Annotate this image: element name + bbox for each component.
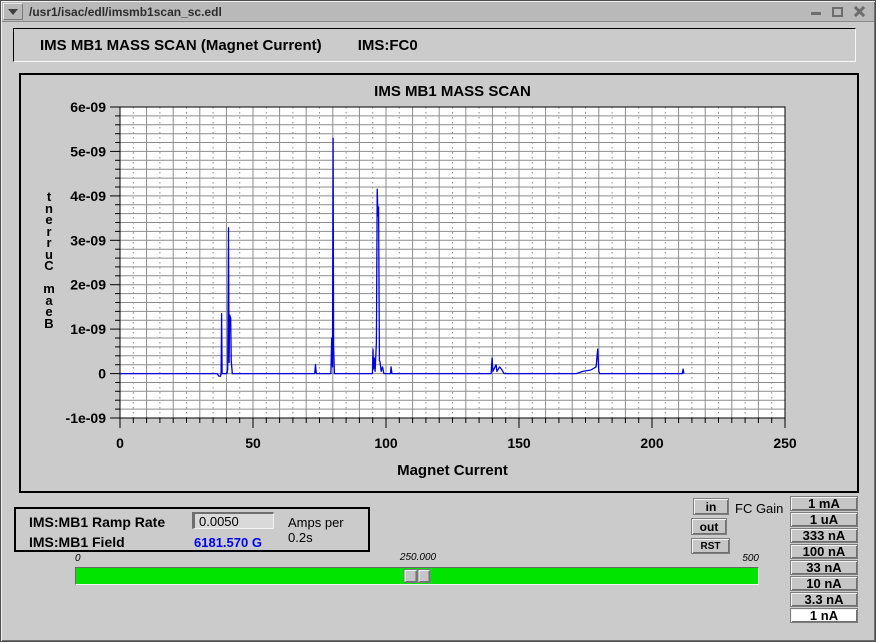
svg-text:0: 0 — [98, 366, 106, 382]
ramp-rate-label: IMS:MB1 Ramp Rate — [29, 514, 165, 530]
svg-text:150: 150 — [507, 435, 531, 451]
device-label: IMS:FC0 — [358, 37, 418, 54]
gain-button-1-nA[interactable]: 1 nA — [790, 608, 858, 623]
gain-button-100-nA[interactable]: 100 nA — [790, 544, 858, 559]
edm-window: /usr1/isac/edl/imsmb1scan_sc.edl IMS MB1… — [0, 0, 876, 642]
close-button[interactable] — [853, 5, 866, 18]
gain-buttons: 1 mA1 uA333 nA100 nA33 nA10 nA3.3 nA1 nA — [790, 496, 858, 624]
maximize-button[interactable] — [831, 5, 844, 18]
slider-max-label: 500 — [727, 553, 759, 564]
svg-text:6e-09: 6e-09 — [70, 99, 106, 115]
titlebar[interactable]: /usr1/isac/edl/imsmb1scan_sc.edl — [2, 2, 874, 22]
page-title: IMS MB1 MASS SCAN (Magnet Current) — [40, 37, 322, 54]
field-slider-thumb[interactable] — [404, 569, 431, 583]
chart-title: IMS MB1 MASS SCAN — [120, 83, 785, 100]
svg-text:3e-09: 3e-09 — [70, 232, 106, 248]
gain-button-333-nA[interactable]: 333 nA — [790, 528, 858, 543]
minimize-button[interactable] — [809, 5, 822, 18]
fc-gain-label: FC Gain — [735, 501, 783, 516]
window-title: /usr1/isac/edl/imsmb1scan_sc.edl — [29, 5, 222, 19]
fc-in-button[interactable]: in — [693, 498, 729, 515]
window-menu-button[interactable] — [3, 3, 23, 20]
svg-text:200: 200 — [640, 435, 664, 451]
plot-canvas: -1e-09 0 1e-09 2e-09 3e-09 4e-09 5e-09 6e-09 0 50… — [21, 75, 857, 491]
ramp-control-panel: IMS:MB1 Ramp Rate Amps per 0.2s IMS:MB1 … — [14, 507, 370, 552]
ramp-rate-units: Amps per 0.2s — [288, 515, 368, 545]
close-icon — [854, 6, 865, 17]
svg-text:4e-09: 4e-09 — [70, 188, 106, 204]
gain-button-1-mA[interactable]: 1 mA — [790, 496, 858, 511]
field-slider-track[interactable] — [75, 567, 759, 585]
slider-thumb-right[interactable] — [417, 569, 431, 583]
svg-text:0: 0 — [116, 435, 124, 451]
chart-ylabel: t n e r r u C m a e B — [41, 191, 57, 329]
header-panel: IMS MB1 MASS SCAN (Magnet Current) IMS:F… — [13, 28, 856, 62]
svg-text:5e-09: 5e-09 — [70, 143, 106, 159]
gain-button-1-uA[interactable]: 1 uA — [790, 512, 858, 527]
mass-scan-chart: -1e-09 0 1e-09 2e-09 3e-09 4e-09 5e-09 6e-09 0 50… — [19, 73, 859, 493]
slider-thumb-left[interactable] — [404, 569, 418, 583]
field-label: IMS:MB1 Field — [29, 534, 125, 550]
svg-text:100: 100 — [374, 435, 398, 451]
chevron-down-icon — [8, 9, 18, 15]
chart-xlabel: Magnet Current — [120, 462, 785, 479]
field-value: 6181.570 G — [194, 535, 262, 550]
svg-text:2e-09: 2e-09 — [70, 277, 106, 293]
fc-reset-button[interactable]: RST — [691, 538, 730, 554]
ramp-rate-input[interactable] — [192, 512, 274, 529]
gain-button-33-nA[interactable]: 33 nA — [790, 560, 858, 575]
window-controls — [809, 5, 866, 18]
gain-button-10-nA[interactable]: 10 nA — [790, 576, 858, 591]
fc-out-button[interactable]: out — [691, 518, 727, 535]
svg-text:50: 50 — [245, 435, 261, 451]
slider-min-label: 0 — [75, 553, 81, 564]
slider-value-label: 250.000 — [387, 552, 449, 563]
maximize-icon — [832, 7, 843, 17]
gain-button-3-3-nA[interactable]: 3.3 nA — [790, 592, 858, 607]
minimize-icon — [811, 12, 821, 15]
svg-text:1e-09: 1e-09 — [70, 321, 106, 337]
svg-text:-1e-09: -1e-09 — [66, 410, 107, 426]
svg-text:250: 250 — [773, 435, 797, 451]
